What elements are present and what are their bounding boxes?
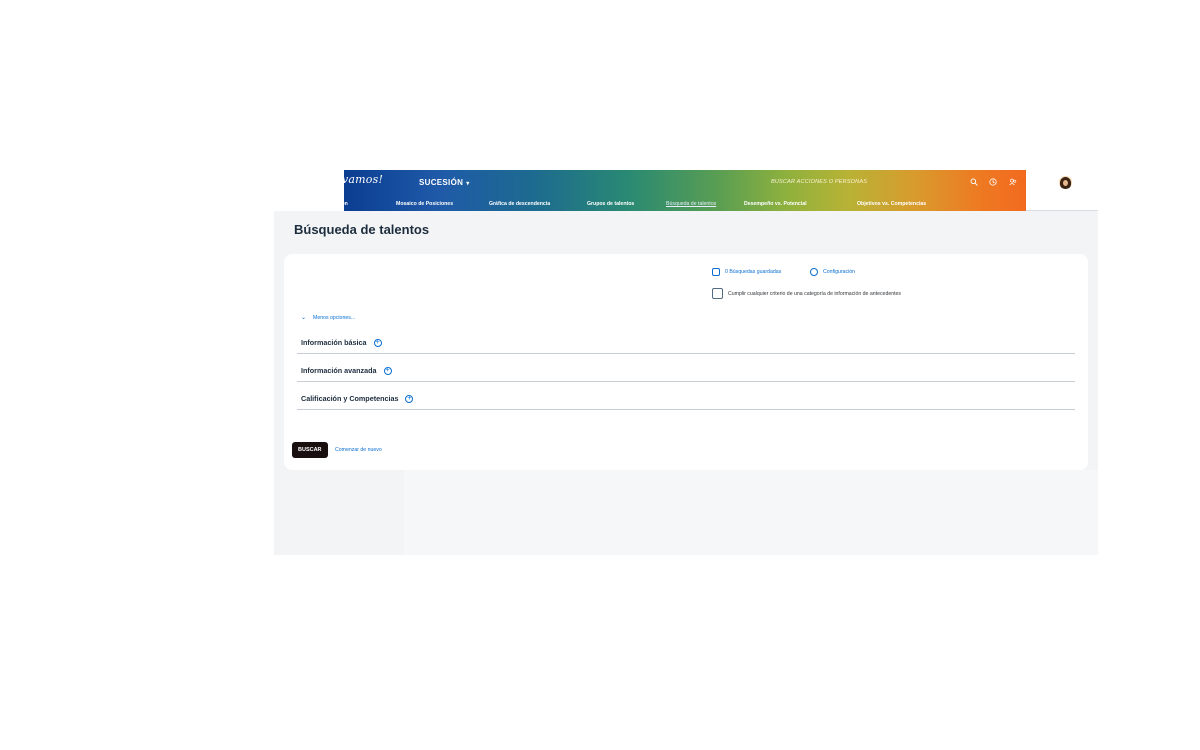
global-search-input[interactable]: BUSCAR ACCIONES O PERSONAS — [771, 179, 867, 185]
people-icon[interactable] — [1007, 176, 1019, 188]
criterion-checkbox[interactable] — [712, 288, 723, 299]
saved-searches-link[interactable]: 0 Búsquedas guardadas — [712, 268, 781, 276]
section-label: Información avanzada — [301, 366, 377, 375]
module-nav: e sucesión Mosaico de Posiciones Gráfica… — [274, 198, 1034, 210]
nav-item-lineage-chart[interactable]: Gráfica de descendencia — [489, 201, 550, 207]
configuration-link[interactable]: Configuración — [810, 268, 855, 276]
section-advanced-info[interactable]: Información avanzada + — [297, 366, 1075, 382]
criterion-label: Cumplir cualquier criterio de una catego… — [728, 290, 902, 297]
nav-item-succession[interactable]: e sucesión — [321, 201, 348, 207]
less-options-toggle[interactable]: ⌄ Menos opciones... — [301, 314, 356, 322]
app-window: vamos! SUCESIÓN ▾ BUSCAR ACCIONES O PERSO… — [274, 170, 1098, 555]
section-label: Calificación y Competencias — [301, 394, 399, 403]
chevron-down-icon: ⌄ — [301, 315, 307, 321]
nav-item-talent-search[interactable]: Búsqueda de talentos — [666, 201, 716, 207]
saved-searches-label: 0 Búsquedas guardadas — [725, 269, 782, 275]
content-background — [404, 470, 1098, 555]
shell-header: vamos! SUCESIÓN ▾ BUSCAR ACCIONES O PERSO… — [274, 170, 1098, 211]
section-rating-competencies[interactable]: Calificación y Competencias + — [297, 394, 1075, 410]
gear-icon — [810, 268, 818, 276]
configuration-label: Configuración — [823, 269, 856, 275]
chevron-down-icon: ▾ — [466, 181, 470, 187]
criterion-option: Cumplir cualquier criterio de una catego… — [712, 288, 901, 299]
nav-item-talent-pools[interactable]: Grupos de talentos — [587, 201, 634, 207]
section-label: Información básica — [301, 338, 367, 347]
user-avatar[interactable] — [1059, 176, 1072, 189]
add-circle-icon[interactable]: + — [405, 395, 414, 403]
less-options-label: Menos opciones... — [313, 314, 356, 321]
nav-item-performance-potential[interactable]: Desempeño vs. Potencial — [744, 201, 807, 207]
nav-item-position-tile[interactable]: Mosaico de Posiciones — [396, 201, 453, 207]
page-title: Búsqueda de talentos — [294, 222, 430, 237]
module-switcher[interactable]: SUCESIÓN ▾ — [419, 178, 470, 187]
search-button[interactable]: BUSCAR — [292, 442, 328, 458]
start-over-link[interactable]: Comenzar de nuevo — [335, 447, 382, 453]
add-circle-icon[interactable]: + — [373, 339, 382, 347]
talent-search-card: 0 Búsquedas guardadas Configuración Cump… — [284, 254, 1088, 470]
module-label: SUCESIÓN — [419, 178, 464, 187]
avatar-face — [1063, 180, 1068, 186]
company-logo[interactable]: vamos! — [342, 173, 383, 186]
save-icon — [712, 268, 720, 276]
section-basic-info[interactable]: Información básica + — [297, 338, 1075, 354]
clock-icon[interactable] — [987, 176, 999, 188]
search-icon[interactable] — [968, 176, 980, 188]
add-circle-icon[interactable]: + — [383, 367, 392, 375]
nav-item-objectives-competencies[interactable]: Objetivos vs. Competencias — [857, 201, 926, 207]
